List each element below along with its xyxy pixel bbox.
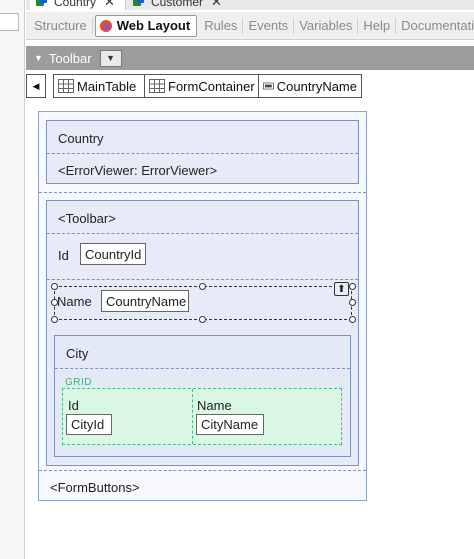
- city-id-field[interactable]: CityId: [66, 414, 112, 435]
- resize-handle[interactable]: [199, 316, 206, 323]
- doc-tab-label: Country: [54, 0, 97, 9]
- textbox-icon: [263, 82, 274, 90]
- toolbar-label: Toolbar: [48, 50, 92, 66]
- form-canvas: Country <ErrorViewer: ErrorViewer> <Tool…: [38, 111, 367, 501]
- grid-label: GRID: [65, 377, 92, 388]
- city-panel: City GRID Id CityId Name CityName: [54, 335, 351, 457]
- doc-tab-label: Customer: [151, 0, 204, 9]
- resize-handle[interactable]: [199, 283, 206, 290]
- grid-column-id-label: Id: [68, 398, 79, 413]
- id-label: Id: [58, 248, 69, 263]
- web-layout-icon: [99, 19, 112, 32]
- doc-tab-country[interactable]: Country ✕: [30, 0, 126, 10]
- left-panel-strip: [0, 0, 25, 559]
- row-divider: [39, 192, 366, 193]
- left-panel-input[interactable]: [0, 13, 19, 31]
- tab-events[interactable]: Events: [243, 17, 295, 34]
- tab-rules[interactable]: Rules: [199, 17, 244, 34]
- close-icon[interactable]: ✕: [211, 0, 222, 10]
- breadcrumb-label: FormContainer: [168, 78, 255, 94]
- row-divider: [47, 153, 358, 154]
- select-parent-button[interactable]: ⬆: [334, 282, 349, 296]
- breadcrumb-label: CountryName: [276, 78, 357, 94]
- tab-web-layout[interactable]: Web Layout: [94, 14, 198, 37]
- resize-handle[interactable]: [349, 283, 356, 290]
- breadcrumb-label: MainTable: [77, 78, 137, 94]
- form-buttons-placeholder[interactable]: <FormButtons>: [50, 480, 140, 495]
- transaction-icon: [36, 0, 48, 8]
- toolbar-placeholder[interactable]: <Toolbar>: [58, 211, 116, 226]
- arrow-up-icon: ⬆: [337, 283, 346, 295]
- collapse-triangle-icon[interactable]: ▼: [34, 53, 43, 63]
- grid-column-divider: [192, 389, 193, 444]
- resize-handle[interactable]: [51, 283, 58, 290]
- breadcrumb-back-button[interactable]: ◀: [26, 74, 46, 98]
- tab-structure[interactable]: Structure: [26, 17, 93, 34]
- resize-handle[interactable]: [349, 299, 356, 306]
- tab-variables[interactable]: Variables: [294, 17, 359, 34]
- selection-box: [54, 286, 352, 320]
- resize-handle[interactable]: [51, 316, 58, 323]
- row-divider: [39, 470, 366, 471]
- toolbar-dropdown-button[interactable]: ▼: [99, 49, 122, 67]
- tab-web-layout-label: Web Layout: [116, 17, 191, 33]
- close-icon[interactable]: ✕: [104, 0, 115, 10]
- city-name-field[interactable]: CityName: [196, 414, 264, 435]
- error-viewer[interactable]: <ErrorViewer: ErrorViewer>: [58, 163, 217, 178]
- chevron-down-icon: ▼: [106, 53, 116, 63]
- table-icon: [58, 79, 74, 93]
- country-id-field[interactable]: CountryId: [80, 243, 146, 265]
- arrow-left-icon: ◀: [32, 80, 40, 91]
- city-grid[interactable]: Id CityId Name CityName: [62, 388, 342, 445]
- tab-help[interactable]: Help: [358, 17, 397, 34]
- editor-tabs: Structure Web Layout Rules Events Variab…: [26, 12, 474, 40]
- country-name-field[interactable]: CountryName: [101, 290, 189, 312]
- city-title: City: [66, 346, 89, 361]
- toolbar-bar: ▼ Toolbar ▼: [26, 46, 474, 70]
- row-divider: [47, 233, 358, 234]
- transaction-icon: [133, 0, 145, 8]
- main-panel: <Toolbar> Id CountryId ⬆ Name CountryNam…: [46, 200, 359, 466]
- header-panel: Country <ErrorViewer: ErrorViewer>: [46, 120, 359, 184]
- resize-handle[interactable]: [349, 316, 356, 323]
- table-icon: [149, 79, 165, 93]
- row-divider: [55, 368, 350, 369]
- document-tabs: Country ✕ Customer ✕: [26, 0, 474, 10]
- tab-documentation[interactable]: Documentation: [396, 18, 474, 34]
- breadcrumb-item-countryname[interactable]: CountryName: [258, 74, 362, 98]
- doc-tab-customer[interactable]: Customer ✕: [127, 0, 228, 10]
- breadcrumb-item-formcontainer[interactable]: FormContainer: [144, 74, 276, 98]
- name-label: Name: [57, 294, 92, 309]
- grid-column-name-label: Name: [197, 398, 232, 413]
- row-divider: [47, 279, 358, 280]
- form-title: Country: [58, 131, 104, 146]
